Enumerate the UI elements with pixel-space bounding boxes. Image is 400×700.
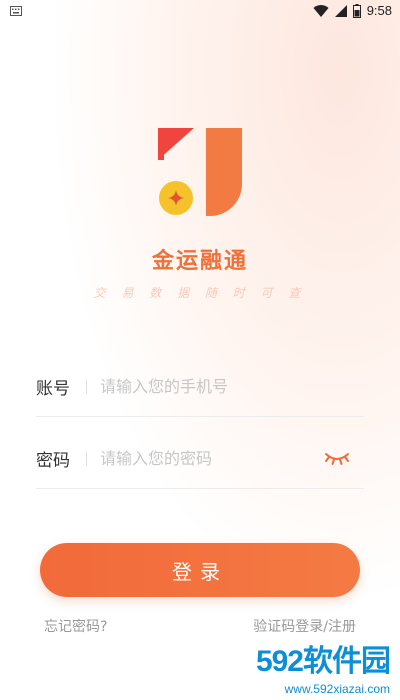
status-time: 9:58	[366, 3, 392, 18]
signal-icon	[334, 4, 347, 17]
account-field: 账号	[36, 356, 364, 417]
watermark-logo: 592软件园	[255, 645, 391, 678]
forgot-password-link[interactable]: 忘记密码?	[44, 616, 107, 636]
watermark-url: www.592xiazai.com	[284, 682, 390, 696]
password-field: 密码	[36, 428, 364, 489]
phone-input[interactable]	[98, 370, 322, 402]
battery-icon	[352, 3, 361, 18]
wifi-icon	[313, 4, 329, 17]
eye-closed-icon[interactable]	[324, 448, 350, 468]
login-button[interactable]: 登录	[40, 543, 360, 597]
keyboard-icon	[10, 6, 22, 16]
status-icons: 9:58	[313, 3, 392, 18]
password-input[interactable]	[98, 442, 322, 474]
account-label: 账号	[36, 379, 70, 399]
field-divider	[86, 380, 87, 394]
status-bar: 9:58	[0, 0, 400, 24]
sms-login-register-link[interactable]: 验证码登录/注册	[253, 616, 356, 636]
brand-tagline: 交 易 数 据 随 时 可 查	[93, 286, 307, 300]
field-divider	[86, 452, 87, 466]
brand-name: 金运融通	[151, 249, 248, 274]
watermark: 592软件园 www.592xiazai.com	[230, 636, 391, 696]
brand-logo-icon	[158, 128, 242, 216]
password-label: 密码	[36, 451, 70, 471]
